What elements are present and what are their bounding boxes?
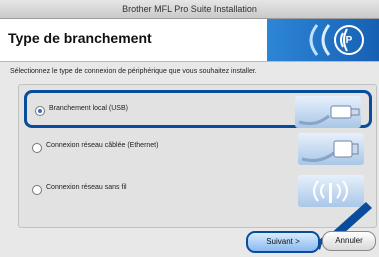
cancel-button[interactable]: Annuler bbox=[322, 231, 376, 251]
radio-ethernet[interactable] bbox=[32, 143, 42, 153]
radio-wireless[interactable] bbox=[32, 185, 42, 195]
ethernet-cable-icon bbox=[298, 133, 364, 165]
usb-cable-icon bbox=[295, 96, 361, 128]
wireless-logo-icon: P bbox=[309, 24, 364, 56]
page-title: Type de branchement bbox=[8, 30, 152, 46]
option-usb[interactable]: Branchement local (USB) bbox=[24, 90, 372, 128]
option-ethernet[interactable]: Connexion réseau câblée (Ethernet) bbox=[24, 130, 372, 168]
next-button[interactable]: Suivant > bbox=[246, 231, 320, 253]
window-title: Brother MFL Pro Suite Installation bbox=[0, 0, 379, 19]
radio-usb[interactable] bbox=[35, 106, 45, 116]
header: Type de branchement P bbox=[0, 19, 379, 62]
option-ethernet-label: Connexion réseau câblée (Ethernet) bbox=[46, 142, 159, 149]
option-usb-label: Branchement local (USB) bbox=[49, 105, 128, 112]
instructions-text: Sélectionnez le type de connexion de pér… bbox=[10, 68, 257, 75]
brother-logo-band: P bbox=[267, 19, 379, 61]
option-wireless-label: Connexion réseau sans fil bbox=[46, 184, 127, 191]
svg-text:P: P bbox=[346, 35, 353, 46]
